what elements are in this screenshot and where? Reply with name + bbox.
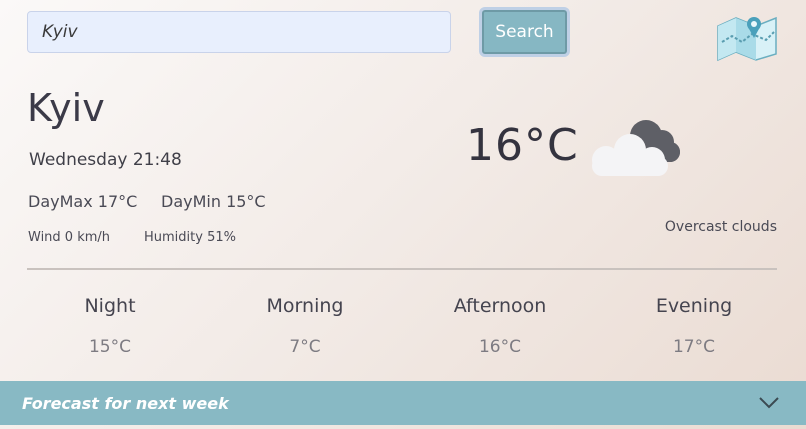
period-name: Morning — [266, 295, 344, 317]
forecast-label: Forecast for next week — [22, 394, 229, 413]
weather-description: Overcast clouds — [664, 219, 777, 235]
city-name: Kyiv — [27, 86, 105, 130]
map-icon[interactable] — [716, 12, 778, 62]
search-button[interactable]: Search — [479, 7, 570, 57]
chevron-down-icon[interactable] — [758, 394, 780, 410]
period-name: Afternoon — [453, 295, 547, 317]
humidity: Humidity 51% — [144, 230, 236, 245]
search-input[interactable] — [27, 11, 451, 53]
wind-speed: Wind 0 km/h — [28, 230, 111, 245]
period-name: Evening — [655, 295, 733, 317]
cloud-icon — [592, 120, 680, 176]
period-temperature: 16°C — [478, 337, 521, 357]
period-evening: Evening 17°C — [609, 295, 779, 357]
period-morning: Morning 7°C — [220, 295, 390, 357]
day-max-temperature: DayMax 17°C — [28, 192, 138, 211]
divider — [27, 268, 777, 270]
current-temperature: 16°C — [466, 120, 579, 171]
period-afternoon: Afternoon 16°C — [415, 295, 585, 357]
period-temperature: 17°C — [672, 337, 715, 357]
period-name: Night — [84, 295, 136, 317]
current-datetime: Wednesday 21:48 — [29, 150, 182, 170]
period-temperature: 15°C — [88, 337, 131, 357]
period-temperature: 7°C — [289, 337, 321, 357]
forecast-toggle[interactable]: Forecast for next week — [0, 381, 806, 425]
period-night: Night 15°C — [25, 295, 195, 357]
day-min-temperature: DayMin 15°C — [161, 192, 266, 211]
